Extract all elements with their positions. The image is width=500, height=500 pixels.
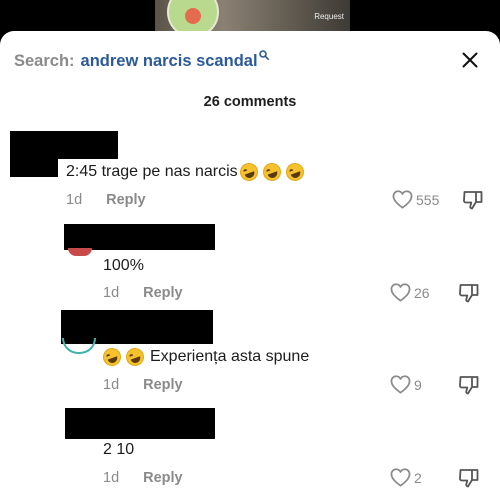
comment-time: 1d [66, 192, 83, 208]
heart-outline-icon [390, 468, 411, 487]
thumbs-down-outline-icon[interactable] [458, 375, 480, 395]
heart-outline-icon [392, 190, 413, 209]
heart-outline-icon [390, 375, 411, 394]
laughing-emoji-icon [260, 160, 284, 184]
search-query-link[interactable]: andrew narcis scandal [81, 52, 258, 71]
reply-button[interactable]: Reply [143, 470, 183, 486]
like-count: 555 [416, 191, 440, 208]
comment-time: 1d [103, 285, 120, 301]
like-count: 2 [414, 469, 422, 486]
comments-count: 26 comments [203, 94, 297, 110]
thumbs-down-outline-icon[interactable] [458, 468, 480, 488]
like-button[interactable]: 2 [390, 468, 422, 487]
redacted-user-header [64, 224, 215, 250]
comment-text: 100% [103, 257, 144, 275]
heart-outline-icon [390, 283, 411, 302]
like-button[interactable]: 9 [390, 375, 422, 394]
redacted-username [58, 131, 118, 159]
laughing-emoji-icon [100, 345, 124, 369]
close-icon[interactable] [462, 52, 478, 68]
laughing-emoji-icon [123, 345, 147, 369]
reply-button[interactable]: Reply [143, 285, 183, 301]
like-count: 26 [414, 284, 430, 301]
comment-meta: 1d Reply [66, 192, 146, 208]
comment-meta: 1d Reply [103, 377, 183, 393]
comment-text: Experiența asta spune [100, 345, 310, 369]
video-corner-label: Request [314, 12, 344, 21]
redacted-user-header [65, 408, 215, 439]
comment-body: 2 10 [103, 441, 135, 458]
comment-time: 1d [103, 470, 120, 486]
reply-button[interactable]: Reply [143, 377, 183, 393]
comment-time: 1d [103, 377, 120, 393]
comment-body: 2:45 trage pe nas narcis [66, 163, 238, 180]
laughing-emoji-icon [283, 160, 307, 184]
comment-meta: 1d Reply [103, 285, 183, 301]
thumbs-down-outline-icon[interactable] [462, 190, 484, 210]
search-icon [258, 50, 269, 60]
like-button[interactable]: 555 [392, 190, 439, 209]
search-suggestion[interactable]: Search: andrew narcis scandal [14, 50, 269, 72]
reply-button[interactable]: Reply [106, 192, 146, 208]
thumbs-down-outline-icon[interactable] [458, 283, 480, 303]
comment-body: 100% [103, 257, 144, 274]
like-count: 9 [414, 376, 422, 393]
comment-meta: 1d Reply [103, 470, 183, 486]
like-button[interactable]: 26 [390, 283, 430, 302]
comment-text: 2:45 trage pe nas narcis [66, 160, 307, 184]
comment-body: Experiența asta spune [150, 348, 310, 365]
comment-text: 2 10 [103, 441, 134, 459]
search-prefix: Search: [14, 51, 75, 70]
laughing-emoji-icon [237, 160, 261, 184]
redacted-avatar [10, 131, 58, 177]
